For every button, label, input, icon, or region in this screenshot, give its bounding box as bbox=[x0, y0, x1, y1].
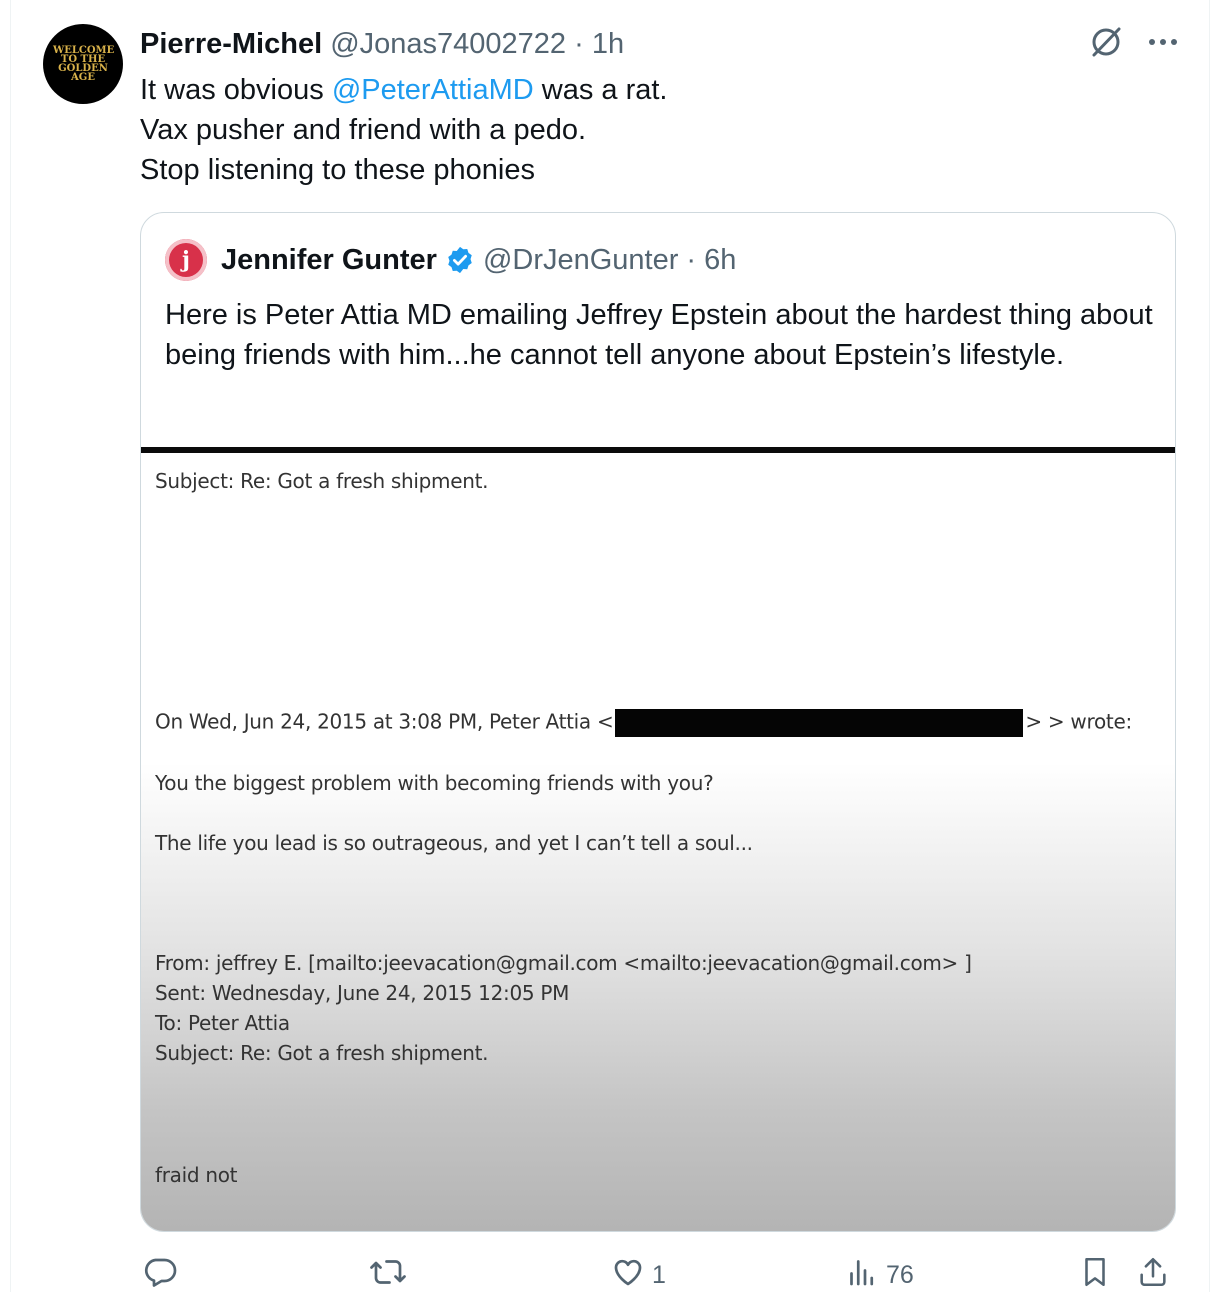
bookmark-button[interactable] bbox=[1078, 1254, 1112, 1297]
quoted-tweet[interactable]: j Jennifer Gunter @DrJenGunter · 6h Here… bbox=[140, 212, 1176, 1232]
bookmark-icon bbox=[1078, 1254, 1112, 1297]
quoted-author-avatar[interactable]: j bbox=[165, 239, 207, 281]
share-icon bbox=[1136, 1254, 1170, 1297]
tweet-text: It was obvious @PeterAttiaMD was a rat. … bbox=[140, 70, 1160, 190]
email-fraid-not: fraid not bbox=[155, 1163, 238, 1187]
views-button[interactable]: 76 bbox=[844, 1254, 914, 1297]
quoted-tweet-time[interactable]: · 6h bbox=[686, 244, 736, 277]
share-button[interactable] bbox=[1136, 1254, 1170, 1297]
email-line-life: The life you lead is so outrageous, and … bbox=[155, 831, 753, 855]
tweet-text-part: It was obvious bbox=[140, 74, 332, 106]
email-sent: Sent: Wednesday, June 24, 2015 12:05 PM bbox=[155, 981, 570, 1005]
mention-link[interactable]: @PeterAttiaMD bbox=[332, 74, 534, 106]
avatar-letter: j bbox=[182, 247, 190, 273]
email-screenshot-image[interactable]: Subject: Re: Got a fresh shipment. On We… bbox=[141, 447, 1175, 1231]
email-on-wed-suffix: > > wrote: bbox=[1025, 709, 1132, 734]
retweet-icon bbox=[368, 1254, 408, 1297]
tweet-line-3: Stop listening to these phonies bbox=[140, 154, 535, 186]
like-count: 1 bbox=[652, 1261, 666, 1289]
tweet-actions: 1 76 bbox=[140, 1254, 1180, 1292]
author-name[interactable]: Pierre-Michel bbox=[140, 28, 322, 60]
tweet-time[interactable]: · 1h bbox=[574, 28, 624, 60]
grok-icon[interactable] bbox=[1088, 24, 1124, 60]
tweet-top-icons bbox=[1088, 24, 1178, 60]
email-subject-bottom: Subject: Re: Got a fresh shipment. bbox=[155, 1041, 489, 1065]
like-button[interactable]: 1 bbox=[610, 1254, 666, 1297]
quoted-author-name[interactable]: Jennifer Gunter bbox=[221, 244, 437, 277]
quoted-tweet-text: Here is Peter Attia MD emailing Jeffrey … bbox=[165, 299, 1153, 371]
reply-button[interactable] bbox=[142, 1254, 184, 1297]
email-to: To: Peter Attia bbox=[155, 1011, 290, 1035]
email-on-wed-line: On Wed, Jun 24, 2015 at 3:08 PM, Peter A… bbox=[155, 709, 1132, 737]
quoted-author-handle[interactable]: @DrJenGunter bbox=[483, 244, 678, 277]
email-on-wed-prefix: On Wed, Jun 24, 2015 at 3:08 PM, Peter A… bbox=[155, 709, 614, 734]
verified-icon bbox=[445, 245, 475, 275]
email-subject-top: Subject: Re: Got a fresh shipment. bbox=[155, 469, 489, 493]
email-line-problem: You the biggest problem with becoming fr… bbox=[155, 771, 714, 795]
avatar-text: WELCOME TO THE GOLDEN AGE bbox=[53, 45, 115, 83]
like-icon bbox=[610, 1254, 646, 1297]
author-avatar[interactable]: WELCOME TO THE GOLDEN AGE bbox=[43, 24, 123, 104]
tweet-line-2: Vax pusher and friend with a pedo. bbox=[140, 114, 587, 146]
tweet-line-1: It was obvious @PeterAttiaMD was a rat. bbox=[140, 70, 1160, 110]
tweet-header: Pierre-Michel @Jonas74002722 · 1h bbox=[140, 26, 624, 62]
quoted-tweet-header: j Jennifer Gunter @DrJenGunter · 6h bbox=[165, 239, 736, 281]
author-handle[interactable]: @Jonas74002722 bbox=[330, 28, 566, 60]
email-from: From: jeffrey E. [mailto:jeevacation@gma… bbox=[155, 951, 972, 975]
views-icon bbox=[844, 1254, 880, 1297]
more-icon[interactable] bbox=[1148, 37, 1178, 47]
reply-icon bbox=[142, 1254, 178, 1297]
views-count: 76 bbox=[886, 1261, 914, 1289]
retweet-button[interactable] bbox=[368, 1254, 414, 1297]
redaction-bar bbox=[615, 709, 1024, 737]
tweet-text-part: was a rat. bbox=[533, 74, 668, 106]
